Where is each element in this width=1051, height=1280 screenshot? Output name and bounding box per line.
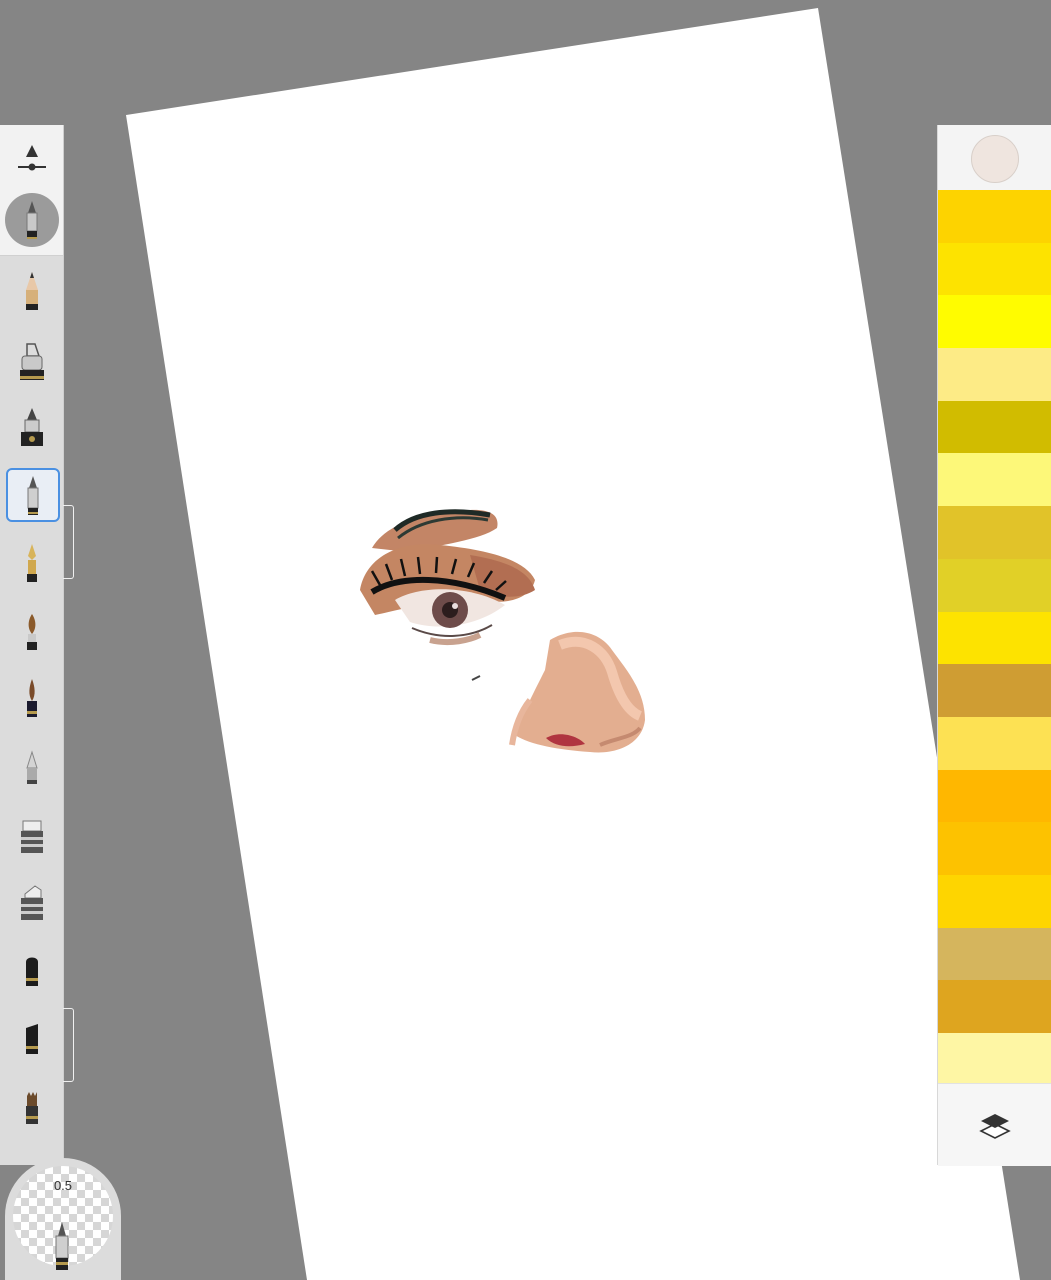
color-swatch[interactable] bbox=[938, 558, 1051, 612]
ink-pen-icon bbox=[20, 343, 44, 380]
current-color-button[interactable] bbox=[971, 135, 1019, 183]
color-swatch[interactable] bbox=[938, 769, 1051, 823]
color-swatch[interactable] bbox=[938, 190, 1051, 243]
color-swatch[interactable] bbox=[938, 242, 1051, 296]
layers-icon bbox=[979, 1114, 1011, 1139]
color-swatch[interactable] bbox=[938, 453, 1051, 507]
paint-brush-icon bbox=[27, 614, 37, 650]
brush-size-slider-icon[interactable] bbox=[16, 143, 48, 177]
color-swatch[interactable] bbox=[938, 927, 1051, 981]
brush-puck[interactable]: 0.5 bbox=[5, 1158, 121, 1280]
fill-icon bbox=[26, 1024, 38, 1054]
toolbar-header bbox=[0, 125, 63, 256]
toolbar-group-bracket bbox=[63, 505, 74, 579]
color-swatch[interactable] bbox=[938, 611, 1051, 665]
brush-slot-airbrush[interactable] bbox=[6, 741, 58, 793]
watercolor-brush-icon bbox=[27, 679, 37, 717]
color-swatch-list bbox=[938, 190, 1051, 1086]
layers-button[interactable] bbox=[938, 1083, 1051, 1166]
pencil-icon bbox=[26, 272, 38, 310]
brush-slot-smudge[interactable] bbox=[6, 945, 58, 997]
brush-slot-watercolor[interactable] bbox=[6, 672, 58, 724]
brush-slot-eraser[interactable] bbox=[6, 810, 58, 862]
airbrush-icon bbox=[26, 750, 38, 784]
eraser-icon bbox=[21, 820, 43, 853]
soft-eraser-icon bbox=[21, 885, 43, 920]
color-swatch[interactable] bbox=[938, 980, 1051, 1033]
color-swatch[interactable] bbox=[938, 664, 1051, 717]
current-brush-button[interactable] bbox=[5, 193, 59, 247]
color-swatch[interactable] bbox=[938, 506, 1051, 559]
technical-pen-icon bbox=[27, 476, 39, 515]
technical-pen-icon bbox=[26, 201, 38, 239]
color-panel bbox=[937, 125, 1051, 1166]
brush-slot-marker[interactable] bbox=[6, 401, 58, 453]
fountain-pen-icon bbox=[27, 544, 37, 582]
brush-slot-pencil[interactable] bbox=[6, 265, 58, 317]
brush-slot-ink-pen[interactable] bbox=[6, 335, 58, 387]
color-swatch[interactable] bbox=[938, 874, 1051, 928]
brush-slot-soft-eraser[interactable] bbox=[6, 877, 58, 929]
brush-slot-technical-pen[interactable] bbox=[6, 468, 60, 522]
paper[interactable] bbox=[0, 0, 1051, 1280]
technical-pen-icon bbox=[55, 1222, 69, 1270]
color-swatch[interactable] bbox=[938, 822, 1051, 875]
color-swatch[interactable] bbox=[938, 348, 1051, 401]
brush-slot-fountain-pen[interactable] bbox=[6, 537, 58, 589]
smudge-icon bbox=[26, 957, 38, 986]
texture-brush-icon bbox=[26, 1092, 38, 1124]
brush-slot-fill[interactable] bbox=[6, 1013, 58, 1065]
drawing-canvas[interactable] bbox=[0, 0, 1051, 1280]
toolbar-group-bracket bbox=[63, 1008, 74, 1082]
color-swatch[interactable] bbox=[938, 716, 1051, 770]
color-swatch[interactable] bbox=[938, 1033, 1051, 1086]
brush-toolbar bbox=[0, 125, 74, 1165]
brush-slot-texture[interactable] bbox=[6, 1083, 58, 1135]
color-swatch[interactable] bbox=[938, 400, 1051, 454]
marker-icon bbox=[21, 408, 43, 446]
color-swatch[interactable] bbox=[938, 295, 1051, 349]
brush-size-value: 0.5 bbox=[53, 1178, 73, 1193]
brush-slot-paint-brush[interactable] bbox=[6, 605, 58, 657]
